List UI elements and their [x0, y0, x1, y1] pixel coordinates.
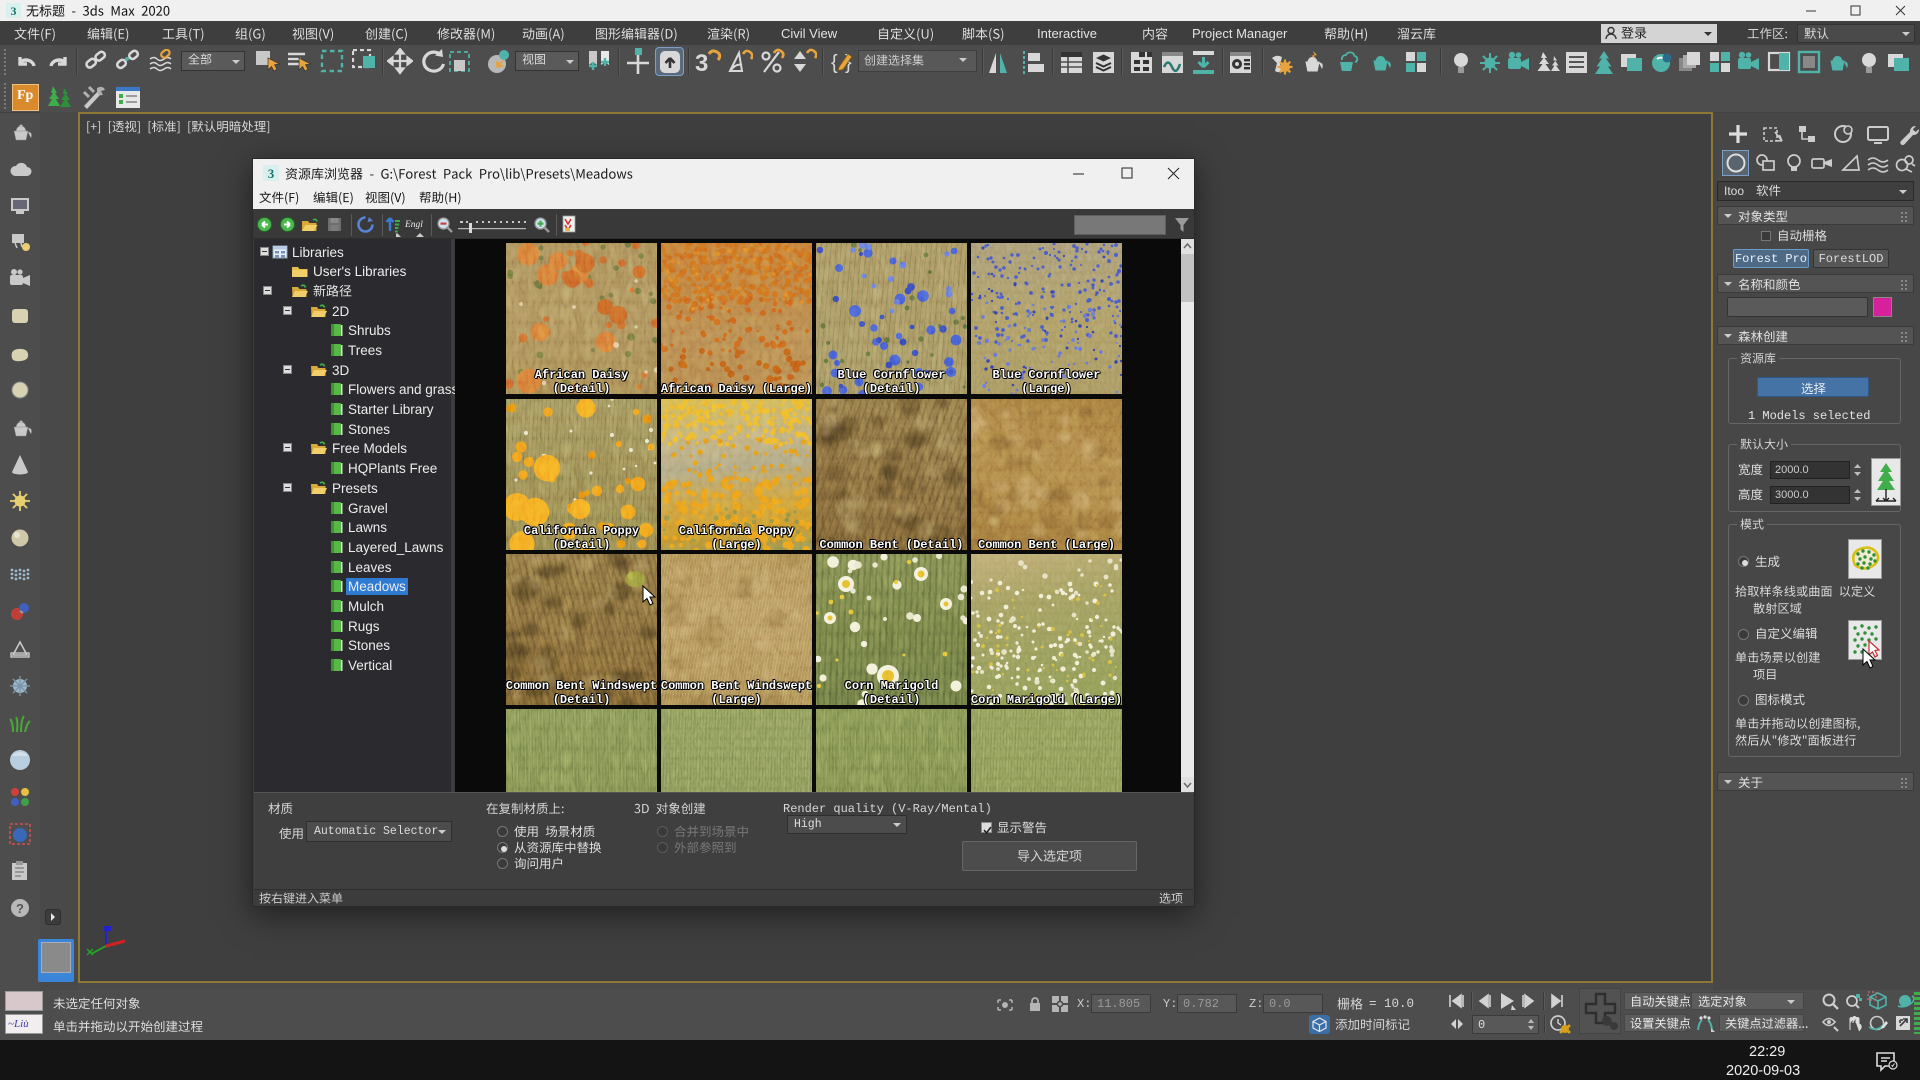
svg-text:{: {: [831, 52, 838, 74]
svg-text:?: ?: [16, 901, 24, 916]
svg-text:3: 3: [695, 50, 708, 77]
svg-text:3: 3: [11, 4, 17, 18]
svg-text:3: 3: [268, 166, 275, 181]
